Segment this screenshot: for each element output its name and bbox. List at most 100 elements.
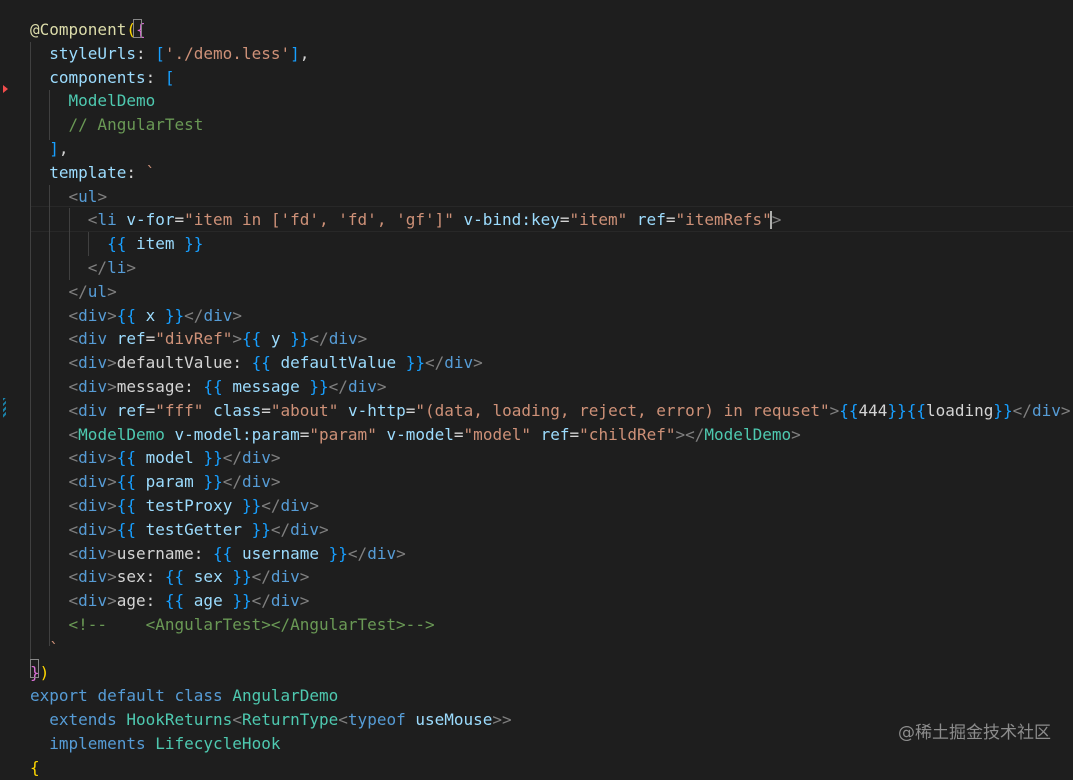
code-token: {{ (213, 543, 233, 563)
code-token: message: (116, 377, 204, 396)
code-token: v-model:param (174, 424, 300, 444)
code-token: div (328, 329, 358, 349)
code-token: > (299, 567, 310, 587)
code-line[interactable]: // AngularTest (30, 113, 204, 137)
code-token: ref (636, 210, 666, 230)
code-line[interactable]: <div>{{ testGetter }}</div> (30, 518, 329, 542)
code-line[interactable]: <div>username: {{ username }}</div> (30, 542, 406, 566)
code-token: > (829, 400, 840, 420)
code-token: 444 (858, 400, 888, 420)
code-token: div (241, 448, 271, 468)
code-token: > (107, 591, 117, 611)
code-token: styleUrls (49, 43, 136, 63)
code-line[interactable]: @Component({ (30, 18, 146, 42)
code-token: = (145, 329, 156, 349)
code-line[interactable]: <div ref="divRef">{{ y }}</div> (30, 327, 368, 351)
code-line[interactable]: { (30, 756, 40, 780)
code-token: ref (116, 329, 146, 349)
code-token: // AngularTest (68, 115, 204, 135)
watermark: @稀土掘金技术社区 (898, 723, 1051, 743)
code-line[interactable]: <ModelDemo v-model:param="param" v-model… (30, 423, 801, 447)
code-line[interactable]: styleUrls: ['./demo.less'], (30, 42, 309, 66)
code-token: </ (251, 567, 271, 587)
code-line[interactable]: ModelDemo (30, 89, 156, 113)
code-token: age: (116, 591, 165, 611)
code-line[interactable]: <div ref="fff" class="about" v-http="(da… (30, 399, 1071, 423)
code-token: < (87, 210, 98, 230)
code-token: "itemRefs" (675, 210, 772, 230)
code-line[interactable]: <div>{{ testProxy }}</div> (30, 494, 320, 518)
code-token: }} (232, 567, 252, 587)
code-line[interactable]: </li> (30, 256, 136, 280)
code-token: age (193, 591, 223, 611)
code-token: > (107, 377, 117, 396)
code-line[interactable]: ` (30, 637, 59, 661)
code-line[interactable]: <div>{{ param }}</div> (30, 470, 281, 494)
code-token: < (68, 448, 79, 468)
code-token: div (78, 400, 108, 420)
code-line[interactable]: <ul> (30, 185, 108, 209)
code-token: < (232, 710, 242, 730)
code-line[interactable]: template: ` (30, 161, 155, 185)
code-token: "childRef" (579, 424, 676, 444)
code-line[interactable]: extends HookReturns<ReturnType<typeof us… (30, 708, 512, 732)
code-line[interactable]: <li v-for="item in ['fd', 'fd', 'gf']" v… (30, 208, 782, 232)
code-token: div (78, 567, 108, 587)
code-token: </ (87, 258, 108, 277)
code-token: > (299, 591, 310, 611)
code-editor[interactable]: @Component({ styleUrls: ['./demo.less'],… (0, 0, 1073, 777)
code-token: {{ (839, 400, 859, 420)
code-token: : (126, 162, 146, 182)
code-token: div (78, 472, 108, 492)
code-line[interactable]: <div>message: {{ message }}</div> (30, 375, 387, 399)
code-line[interactable]: ], (30, 137, 68, 161)
code-line[interactable]: <div>{{ model }}</div> (30, 446, 281, 470)
modified-line-gutter-marker (3, 398, 6, 418)
code-token: model (145, 448, 194, 468)
code-line[interactable]: <div>defaultValue: {{ defaultValue }}</d… (30, 351, 483, 375)
code-line[interactable]: <!-- <AngularTest></AngularTest>--> (30, 613, 435, 637)
code-token: param (145, 472, 194, 492)
code-token: sex: (116, 567, 165, 587)
code-token: < (68, 543, 79, 563)
code-line[interactable]: </ul> (30, 280, 117, 304)
code-line[interactable]: export default class AngularDemo (30, 684, 338, 708)
code-token: }} (405, 353, 425, 373)
code-token: [ (155, 43, 165, 63)
code-line[interactable]: <div>age: {{ age }}</div> (30, 589, 310, 613)
code-line[interactable]: implements LifecycleHook (30, 732, 280, 756)
code-token: >> (492, 710, 512, 730)
code-token: components (49, 67, 146, 87)
code-token: div (78, 496, 108, 515)
code-token: defaultValue: (116, 353, 252, 373)
code-line[interactable]: <div>sex: {{ sex }}</div> (30, 565, 310, 589)
code-line[interactable]: components: [ (30, 66, 174, 90)
code-token: > (232, 305, 242, 325)
code-token: }} (203, 448, 223, 468)
code-token: > (791, 424, 801, 444)
code-token: }} (164, 305, 185, 325)
code-token: </ (347, 543, 368, 563)
code-line[interactable]: <div>{{ x }}</div> (30, 304, 242, 328)
code-token: > (107, 519, 117, 539)
code-token: class (174, 686, 223, 706)
code-line[interactable]: {{ item }} (30, 232, 203, 256)
code-token: </ (251, 591, 271, 611)
